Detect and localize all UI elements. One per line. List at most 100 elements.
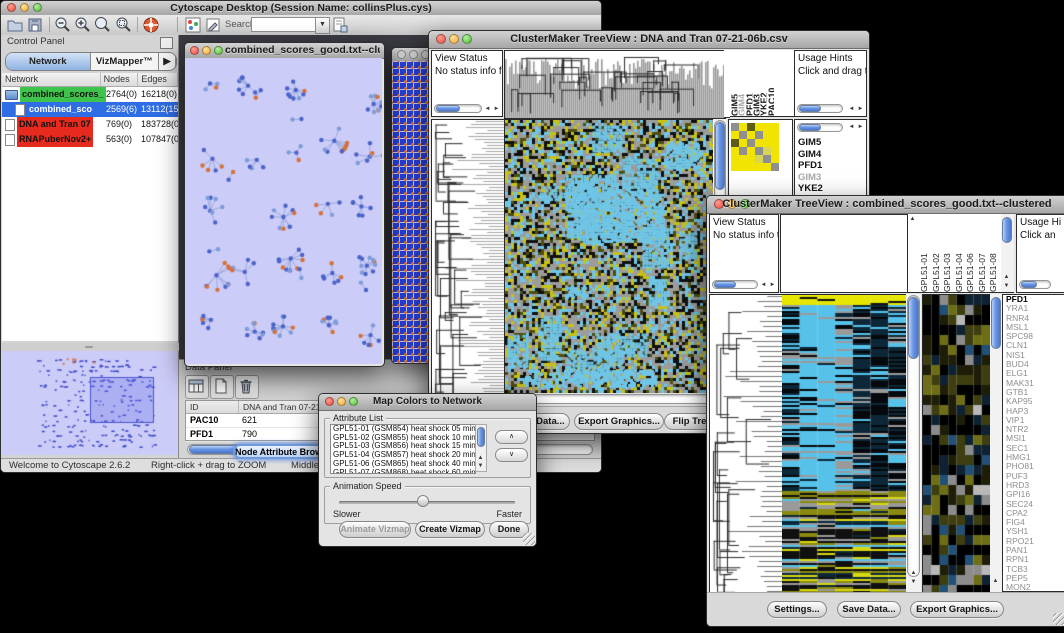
network-list-row[interactable]: DNA and Tran 07 769(0) 183728(0) xyxy=(2,117,178,132)
float-panel-icon[interactable] xyxy=(160,37,173,49)
row-label[interactable]: PFD1 xyxy=(798,160,828,172)
row-label[interactable]: YKE2 xyxy=(798,183,828,195)
export-graphics-button[interactable]: Export Graphics... xyxy=(574,413,664,430)
zoom-matrix-cell[interactable] xyxy=(731,139,739,147)
scrollbar-thumb[interactable] xyxy=(1021,281,1037,288)
column-header-edges[interactable]: Edges xyxy=(138,73,178,86)
zoom-matrix-cell[interactable] xyxy=(731,123,739,131)
save-session-icon[interactable] xyxy=(26,16,44,34)
scroll-left-arrow[interactable]: ◄ xyxy=(483,106,492,113)
column-label[interactable]: PAC10 xyxy=(767,50,774,116)
scroll-right-arrow[interactable]: ► xyxy=(856,124,865,131)
network-list-row[interactable]: RNAPuberNov2+ 563(0) 107847(0) xyxy=(2,132,178,147)
scroll-down-arrow[interactable]: ▼ xyxy=(909,579,918,586)
scrollbar-thumb[interactable] xyxy=(1002,217,1012,243)
scroll-up-arrow[interactable]: ▲ xyxy=(1002,274,1011,281)
column-label[interactable]: YKE2 xyxy=(759,50,766,116)
zoom-matrix-cell[interactable] xyxy=(771,123,779,131)
zoom-matrix-cell[interactable] xyxy=(763,155,771,163)
settings-button[interactable]: Settings... xyxy=(767,601,827,618)
column-label[interactable]: GPL51-01 (GSM854) xyxy=(919,214,931,292)
heatmap-vscrollbar[interactable]: ▲ ▼ xyxy=(906,294,921,592)
zoom-matrix-cell[interactable] xyxy=(731,131,739,139)
scroll-up-arrow[interactable]: ▲ xyxy=(909,570,918,577)
search-input[interactable] xyxy=(251,17,317,32)
row-label[interactable]: GIM4 xyxy=(798,149,828,161)
panel-splitter[interactable] xyxy=(1,343,179,351)
scroll-down-arrow[interactable]: ▼ xyxy=(476,463,485,470)
zoom-matrix-cell[interactable] xyxy=(763,147,771,155)
list-vscrollbar[interactable]: ▲ ▼ xyxy=(475,424,487,472)
tab-vizmapper[interactable]: VizMapper™ xyxy=(91,53,160,70)
titlebar[interactable]: ClusterMaker TreeView : combined_scores_… xyxy=(707,196,1064,214)
minimize-button[interactable] xyxy=(409,50,418,59)
network-overview-birdseye[interactable] xyxy=(2,351,178,455)
column-label[interactable]: GIM4 xyxy=(737,50,744,116)
move-up-button[interactable]: ∧ xyxy=(495,430,528,444)
zoom-matrix-cell[interactable] xyxy=(739,147,747,155)
scroll-left-arrow[interactable]: ◄ xyxy=(759,282,768,289)
zoom-matrix-cell[interactable] xyxy=(755,123,763,131)
network-list-row[interactable]: combined_sco 2569(6) 13112(15) xyxy=(2,102,178,117)
zoom-matrix-cell[interactable] xyxy=(771,163,779,171)
delete-attribute-button[interactable] xyxy=(235,375,259,399)
scroll-down-arrow[interactable]: ▼ xyxy=(1002,283,1011,290)
hscrollbar[interactable] xyxy=(434,104,482,113)
save-data-button[interactable]: Save Data... xyxy=(837,601,901,618)
resize-grip[interactable] xyxy=(1053,613,1064,625)
zoom-matrix-cell[interactable] xyxy=(747,139,755,147)
select-attributes-button[interactable] xyxy=(185,375,209,399)
column-header-id[interactable]: ID xyxy=(186,401,239,413)
zoom-matrix-cell[interactable] xyxy=(763,131,771,139)
zoom-fit-icon[interactable] xyxy=(115,16,133,34)
zoom-selected-icon[interactable] xyxy=(94,16,112,34)
animate-vizmap-button[interactable]: Animate Vizmap xyxy=(339,521,411,538)
tab-network[interactable]: Network xyxy=(6,53,91,70)
zoom-matrix-cell[interactable] xyxy=(771,147,779,155)
zoom-matrix[interactable] xyxy=(731,123,779,171)
row-label[interactable]: GIM3 xyxy=(798,172,828,184)
zoom-matrix-cell[interactable] xyxy=(763,123,771,131)
column-header-nodes[interactable]: Nodes xyxy=(101,73,139,86)
create-vizmap-button[interactable]: Create Vizmap xyxy=(415,521,485,538)
zoom-vscrollbar[interactable]: ▲ xyxy=(990,294,1002,592)
zoom-matrix-cell[interactable] xyxy=(771,155,779,163)
zoom-matrix-cell[interactable] xyxy=(755,139,763,147)
create-attribute-button[interactable] xyxy=(210,375,234,399)
vizmap-nodes-icon[interactable] xyxy=(184,16,202,34)
scroll-up-arrow[interactable]: ▲ xyxy=(476,455,485,462)
export-graphics-button[interactable]: Export Graphics... xyxy=(910,601,1004,618)
zoom-matrix-cell[interactable] xyxy=(755,147,763,155)
column-label[interactable]: PFD1 xyxy=(745,50,752,116)
labels-vscrollbar[interactable]: ▲ ▼ xyxy=(1001,214,1014,293)
move-down-button[interactable]: ∨ xyxy=(495,448,528,462)
network-view-window[interactable]: combined_scores_good.txt--cluste... xyxy=(184,42,385,367)
main-titlebar[interactable]: Cytoscape Desktop (Session Name: collins… xyxy=(1,1,601,16)
slider-thumb[interactable] xyxy=(417,495,429,507)
zoom-matrix-cell[interactable] xyxy=(747,123,755,131)
hscrollbar[interactable] xyxy=(797,123,843,132)
zoom-matrix-cell[interactable] xyxy=(739,131,747,139)
zoom-matrix-cell[interactable] xyxy=(771,139,779,147)
titlebar[interactable]: combined_scores_good.txt--cluste... xyxy=(185,43,384,59)
zoom-matrix-cell[interactable] xyxy=(739,155,747,163)
zoom-matrix-cell[interactable] xyxy=(755,163,763,171)
zoom-matrix-cell[interactable] xyxy=(771,131,779,139)
column-label[interactable]: GPL51-08 (GSM872) xyxy=(988,214,1000,292)
attribute-list[interactable]: GPL51-01 (GSM854) heat shock 05 minGPL51… xyxy=(330,424,476,474)
zoom-matrix-cell[interactable] xyxy=(747,131,755,139)
report-icon[interactable] xyxy=(331,16,349,34)
column-label[interactable]: GPL51-02 (GSM855) xyxy=(931,214,943,292)
scrollbar-thumb[interactable] xyxy=(436,105,460,112)
minimize-button[interactable] xyxy=(202,46,211,55)
column-dendrogram-empty[interactable] xyxy=(780,214,908,293)
scroll-up-arrow[interactable]: ▲ xyxy=(908,216,917,223)
scrollbar-thumb[interactable] xyxy=(715,122,725,190)
column-dendrogram[interactable] xyxy=(504,50,726,119)
hscrollbar[interactable] xyxy=(1019,280,1051,289)
scroll-left-arrow[interactable]: ◄ xyxy=(847,106,856,113)
zoom-matrix-cell[interactable] xyxy=(739,163,747,171)
tab-overflow-arrow[interactable]: ▶ xyxy=(159,53,176,70)
zoom-matrix-cell[interactable] xyxy=(763,139,771,147)
zoom-matrix-cell[interactable] xyxy=(747,155,755,163)
